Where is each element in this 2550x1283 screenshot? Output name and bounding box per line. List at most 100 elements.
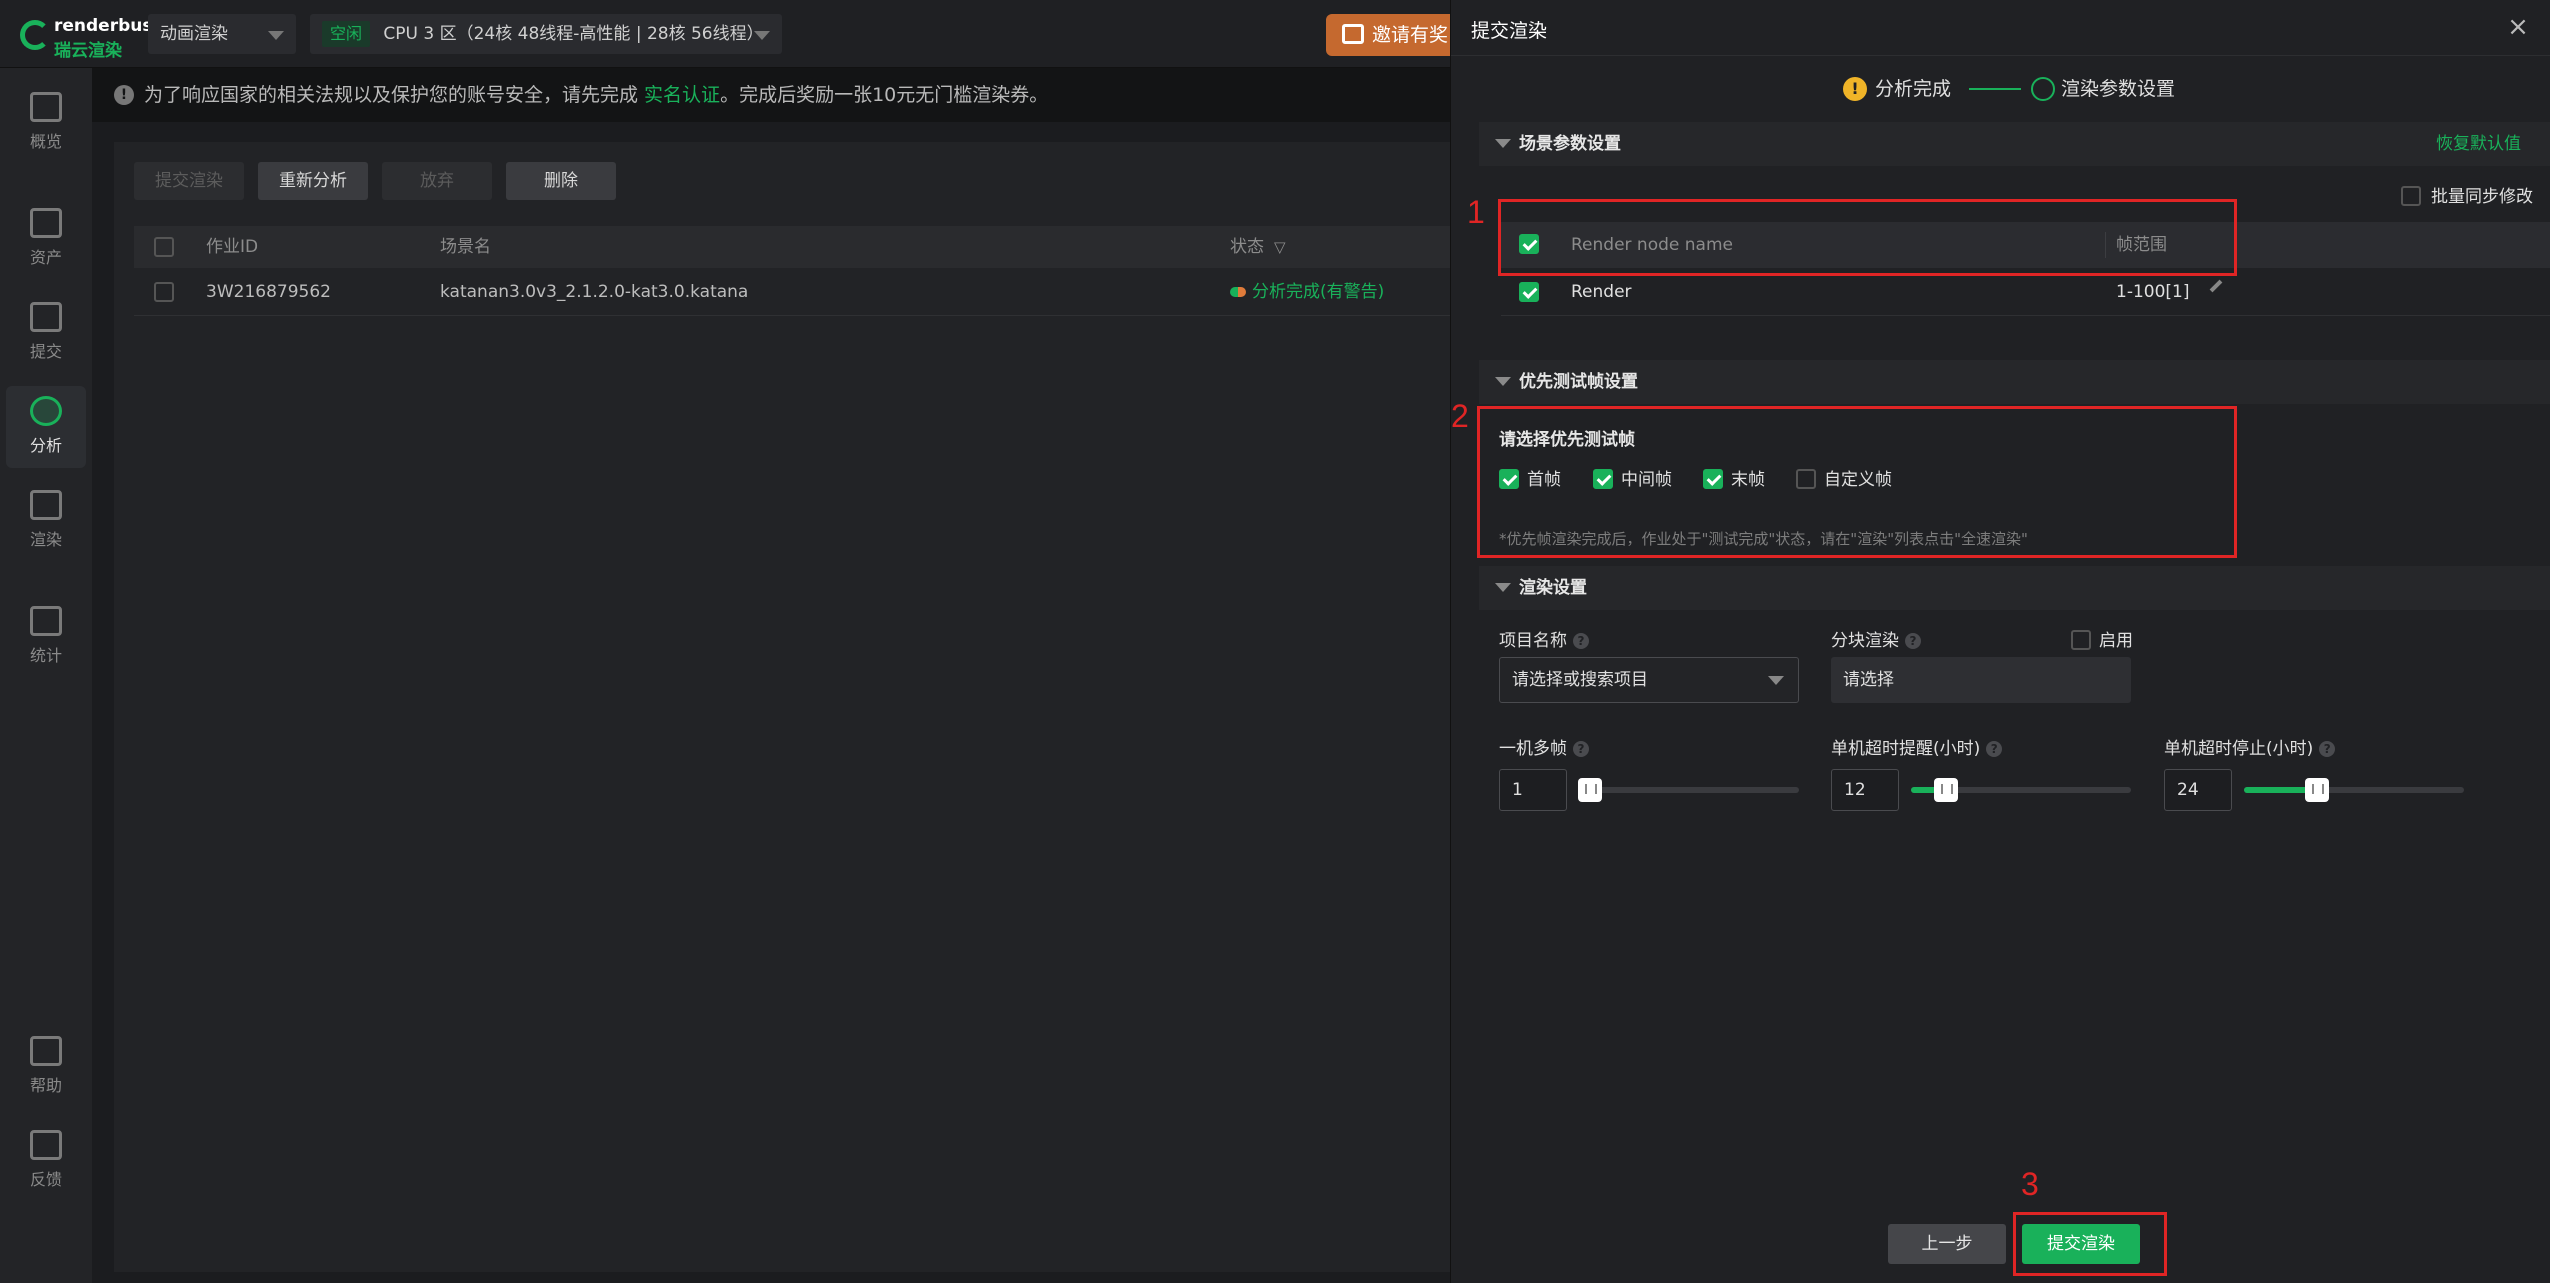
- cluster-value: CPU 3 区（24核 48线程-高性能 | 28核 56线程）: [383, 24, 764, 44]
- annotation-box-1: [1498, 199, 2237, 276]
- cluster-dropdown[interactable]: 空闲 CPU 3 区（24核 48线程-高性能 | 28核 56线程）: [310, 14, 782, 54]
- status-text: 分析完成(有警告): [1252, 282, 1385, 302]
- slider-thumb[interactable]: [1578, 778, 1602, 802]
- main-content: ! 为了响应国家的相关法规以及保护您的账号安全，请先完成 实名认证。完成后奖励一…: [92, 68, 1452, 1283]
- help-icon[interactable]: ?: [1573, 741, 1589, 757]
- label-text: 分块渲染: [1831, 631, 1899, 651]
- label-text: 项目名称: [1499, 631, 1567, 651]
- app-window: renderbus 瑞云渲染 动画渲染 空闲 CPU 3 区（24核 48线程-…: [0, 0, 2550, 1283]
- col-job-id: 作业ID: [206, 237, 259, 257]
- help-icon: [30, 1036, 62, 1066]
- section-title: 优先测试帧设置: [1519, 372, 1638, 392]
- checkbox[interactable]: [2401, 186, 2421, 206]
- sidebar-item-stats[interactable]: 统计: [6, 596, 86, 678]
- timeout-stop-slider[interactable]: [2244, 778, 2464, 802]
- help-icon[interactable]: ?: [1573, 633, 1589, 649]
- sidebar-item-label: 分析: [29, 436, 62, 455]
- status-dot-icon: [1230, 287, 1246, 297]
- job-table-header: 作业ID 场景名 状态 ▽: [134, 226, 1452, 268]
- select-placeholder: 请选择或搜索项目: [1512, 670, 1648, 690]
- mode-dropdown[interactable]: 动画渲染: [148, 14, 296, 54]
- verify-link[interactable]: 实名认证: [644, 84, 720, 106]
- help-icon[interactable]: ?: [1986, 741, 2003, 757]
- timeout-warn-input[interactable]: 12: [1831, 769, 1899, 811]
- help-icon[interactable]: ?: [2319, 741, 2336, 757]
- annotation-box-2: [1477, 406, 2237, 558]
- stats-icon: [30, 606, 62, 636]
- restore-defaults-link[interactable]: 恢复默认值: [2436, 122, 2521, 166]
- delete-button[interactable]: 删除: [506, 162, 616, 200]
- edit-icon[interactable]: [2209, 279, 2223, 293]
- sidebar-item-overview[interactable]: 概览: [6, 82, 86, 164]
- batch-sync-checkbox[interactable]: 批量同步修改: [2401, 186, 2533, 208]
- feedback-icon: [30, 1130, 62, 1160]
- upload-icon: [30, 302, 62, 332]
- multi-frame-slider[interactable]: [1578, 778, 1799, 802]
- checkbox[interactable]: [2071, 630, 2091, 650]
- warning-icon: !: [1843, 77, 1867, 101]
- select-all-checkbox[interactable]: [154, 237, 174, 257]
- info-icon: !: [114, 85, 134, 105]
- timeout-stop-input[interactable]: 24: [2164, 769, 2232, 811]
- sidebar-item-label: 概览: [29, 132, 62, 151]
- node-checkbox[interactable]: [1519, 282, 1539, 302]
- sidebar-item-label: 提交: [29, 342, 62, 361]
- annotation-box-3: [2013, 1212, 2167, 1276]
- annotation-number-3: 3: [2021, 1166, 2039, 1202]
- multi-frame-input[interactable]: 1: [1499, 769, 1567, 811]
- label-text: 单机超时提醒(小时): [1831, 739, 1981, 759]
- chevron-down-icon: [1768, 676, 1784, 685]
- sidebar-item-feedback[interactable]: 反馈: [6, 1120, 86, 1202]
- notice-text-after: 。完成后奖励一张10元无门槛渲染券。: [720, 84, 1049, 106]
- sidebar-item-label: 反馈: [29, 1170, 62, 1189]
- tile-render-label: 分块渲染?: [1831, 630, 1921, 652]
- sidebar-item-label: 渲染: [29, 530, 62, 549]
- priority-section-header[interactable]: 优先测试帧设置: [1479, 360, 2550, 404]
- timeout-stop-label: 单机超时停止(小时)?: [2164, 738, 2336, 760]
- section-title: 渲染设置: [1519, 578, 1587, 598]
- timeout-warn-label: 单机超时提醒(小时)?: [1831, 738, 2003, 760]
- scene-section-header[interactable]: 场景参数设置 恢复默认值: [1479, 122, 2550, 166]
- mode-value: 动画渲染: [160, 24, 228, 44]
- batch-sync-label: 批量同步修改: [2431, 187, 2533, 207]
- invite-label: 邀请有奖: [1372, 24, 1449, 46]
- overview-icon: [30, 92, 62, 122]
- slider-thumb[interactable]: [1934, 778, 1959, 802]
- sidebar-item-label: 帮助: [29, 1076, 62, 1095]
- drawer-title: 提交渲染: [1471, 20, 1548, 42]
- submit-render-button[interactable]: 提交渲染: [134, 162, 244, 200]
- collapse-icon: [1495, 139, 1511, 148]
- step-1-label: 分析完成: [1875, 78, 1952, 100]
- filter-icon[interactable]: ▽: [1274, 226, 1286, 268]
- sidebar-item-help[interactable]: 帮助: [6, 1026, 86, 1108]
- render-section-header[interactable]: 渲染设置: [1479, 566, 2550, 610]
- timeout-warn-slider[interactable]: [1911, 778, 2131, 802]
- tile-select[interactable]: 请选择: [1831, 657, 2131, 703]
- scene-name: katanan3.0v3_2.1.2.0-kat3.0.katana: [440, 282, 749, 302]
- project-select[interactable]: 请选择或搜索项目: [1499, 657, 1799, 703]
- sidebar-item-assets[interactable]: 资产: [6, 198, 86, 280]
- annotation-number-2: 2: [1451, 398, 1469, 434]
- help-icon[interactable]: ?: [1905, 633, 1921, 649]
- collapse-icon: [1495, 377, 1511, 386]
- sidebar-item-render[interactable]: 渲染: [6, 480, 86, 562]
- analyze-icon: [30, 396, 62, 426]
- idle-badge: 空闲: [322, 21, 371, 47]
- job-id: 3W216879562: [206, 282, 331, 302]
- close-icon[interactable]: ×: [2505, 14, 2531, 40]
- col-scene: 场景名: [440, 237, 491, 257]
- slider-thumb[interactable]: [2304, 778, 2329, 802]
- previous-step-button[interactable]: 上一步: [1888, 1224, 2006, 1264]
- sidebar-item-analyze[interactable]: 分析: [6, 386, 86, 468]
- reanalyze-button[interactable]: 重新分析: [258, 162, 368, 200]
- tile-enable-checkbox[interactable]: 启用: [2071, 630, 2133, 652]
- discard-button[interactable]: 放弃: [382, 162, 492, 200]
- sidebar-item-submit[interactable]: 提交: [6, 292, 86, 374]
- row-checkbox[interactable]: [154, 282, 174, 302]
- logo: renderbus 瑞云渲染: [20, 14, 153, 61]
- table-row[interactable]: 3W216879562 katanan3.0v3_2.1.2.0-kat3.0.…: [134, 268, 1452, 316]
- step-circle-icon: [2031, 77, 2055, 101]
- logo-text-cn: 瑞云渲染: [54, 41, 122, 61]
- collapse-icon: [1495, 583, 1511, 592]
- chevron-down-icon: [754, 31, 770, 40]
